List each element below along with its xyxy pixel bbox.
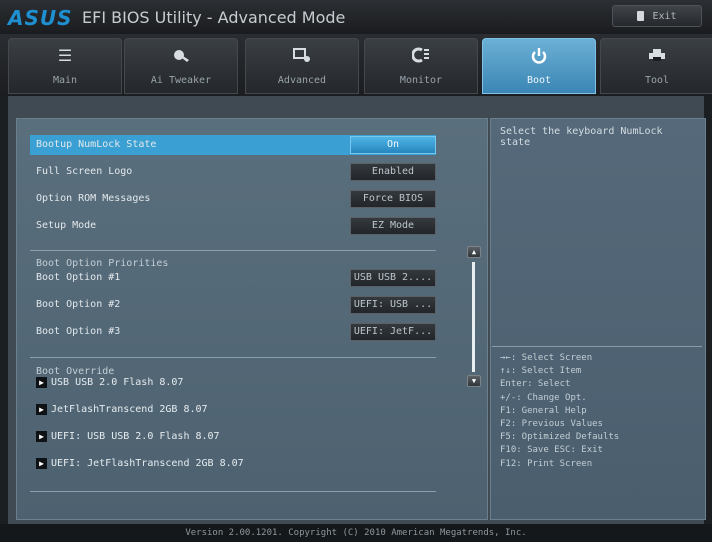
boot-override-item[interactable]: ▶ USB USB 2.0 Flash 8.07 bbox=[36, 377, 183, 388]
tab-label: Main bbox=[52, 75, 78, 86]
asus-logo: ASUS bbox=[8, 6, 73, 30]
help-divider bbox=[492, 346, 702, 347]
tab-tool[interactable]: Tool bbox=[600, 38, 712, 94]
setup-mode-label: Setup Mode bbox=[36, 220, 97, 231]
tab-main[interactable]: ☰ Main bbox=[8, 38, 122, 94]
boot-override-label: USB USB 2.0 Flash 8.07 bbox=[51, 377, 184, 388]
exit-door-icon bbox=[637, 11, 645, 21]
fullscreen-logo-label: Full Screen Logo bbox=[36, 166, 133, 177]
boot-override-item[interactable]: ▶ UEFI: JetFlashTranscend 2GB 8.07 bbox=[36, 458, 244, 469]
key-hint: ↑↓: Select Item bbox=[500, 366, 582, 377]
section-divider bbox=[30, 491, 436, 492]
key-hint: F2: Previous Values bbox=[500, 419, 603, 430]
setup-mode-value-button[interactable]: EZ Mode bbox=[350, 217, 436, 235]
boot-option-2-value-button[interactable]: UEFI: USB ... bbox=[350, 296, 436, 314]
key-hint: F10: Save ESC: Exit bbox=[500, 445, 603, 456]
arrow-right-icon: ▶ bbox=[36, 404, 47, 415]
numlock-label: Bootup NumLock State bbox=[36, 139, 157, 150]
boot-option-1-label: Boot Option #1 bbox=[36, 272, 121, 283]
tab-ai-tweaker[interactable]: Ai Tweaker bbox=[124, 38, 238, 94]
fullscreen-logo-value-button[interactable]: Enabled bbox=[350, 163, 436, 181]
arrow-right-icon: ▶ bbox=[36, 431, 47, 442]
list-icon: ☰ bbox=[57, 46, 73, 65]
app-title: EFI BIOS Utility - Advanced Mode bbox=[82, 8, 346, 27]
key-hint: +/-: Change Opt. bbox=[500, 392, 587, 403]
tab-label: Ai Tweaker bbox=[150, 75, 212, 86]
boot-option-1-value-button[interactable]: USB USB 2.... bbox=[350, 269, 436, 287]
option-rom-value-button[interactable]: Force BIOS bbox=[350, 190, 436, 208]
section-divider bbox=[30, 357, 436, 358]
version-footer: Version 2.00.1201. Copyright (C) 2010 Am… bbox=[0, 524, 712, 542]
tab-label: Boot bbox=[526, 75, 552, 86]
printer-icon bbox=[648, 47, 666, 65]
title-bar: ASUS EFI BIOS Utility - Advanced Mode Ex… bbox=[0, 0, 712, 34]
tab-advanced[interactable]: Advanced bbox=[245, 38, 359, 94]
numlock-value-button[interactable]: On bbox=[350, 136, 436, 154]
boot-override-label: JetFlashTranscend 2GB 8.07 bbox=[51, 404, 208, 415]
boot-override-label: UEFI: JetFlashTranscend 2GB 8.07 bbox=[51, 458, 244, 469]
key-hint: F12: Print Screen bbox=[500, 458, 593, 469]
boot-override-title: Boot Override bbox=[36, 366, 115, 377]
tab-label: Monitor bbox=[399, 75, 443, 86]
boot-option-2-label: Boot Option #2 bbox=[36, 299, 121, 310]
boot-override-label: UEFI: USB USB 2.0 Flash 8.07 bbox=[51, 431, 220, 442]
tweaker-icon bbox=[172, 47, 190, 65]
section-divider bbox=[30, 250, 436, 251]
tab-bar: ☰ Main Ai Tweaker Advanced Monitor Boot … bbox=[0, 34, 712, 96]
arrow-right-icon: ▶ bbox=[36, 377, 47, 388]
key-hint: F1: General Help bbox=[500, 405, 587, 416]
key-hint: →←: Select Screen bbox=[500, 353, 593, 363]
exit-label: Exit bbox=[652, 10, 677, 22]
advanced-icon bbox=[293, 47, 311, 65]
boot-override-item[interactable]: ▶ UEFI: USB USB 2.0 Flash 8.07 bbox=[36, 431, 220, 442]
key-hint: Enter: Select bbox=[500, 379, 571, 390]
help-description: Select the keyboard NumLock state bbox=[500, 126, 663, 148]
key-hint: F5: Optimized Defaults bbox=[500, 432, 620, 443]
boot-option-3-value-button[interactable]: UEFI: JetF... bbox=[350, 323, 436, 341]
key-legend: →←: Select Screen ↑↓: Select Item Enter:… bbox=[500, 352, 619, 471]
scrollbar-track[interactable] bbox=[472, 262, 475, 372]
power-icon bbox=[530, 47, 548, 65]
exit-button[interactable]: Exit bbox=[612, 5, 702, 27]
tab-monitor[interactable]: Monitor bbox=[364, 38, 478, 94]
tab-boot[interactable]: Boot bbox=[482, 38, 596, 94]
option-rom-label: Option ROM Messages bbox=[36, 193, 151, 204]
scroll-up-button[interactable]: ▲ bbox=[467, 246, 481, 258]
boot-option-3-label: Boot Option #3 bbox=[36, 326, 121, 337]
tab-label: Tool bbox=[644, 75, 670, 86]
arrow-right-icon: ▶ bbox=[36, 458, 47, 469]
tab-label: Advanced bbox=[277, 75, 327, 86]
scroll-down-button[interactable]: ▼ bbox=[467, 375, 481, 387]
monitor-icon bbox=[411, 47, 430, 65]
boot-override-item[interactable]: ▶ JetFlashTranscend 2GB 8.07 bbox=[36, 404, 208, 415]
